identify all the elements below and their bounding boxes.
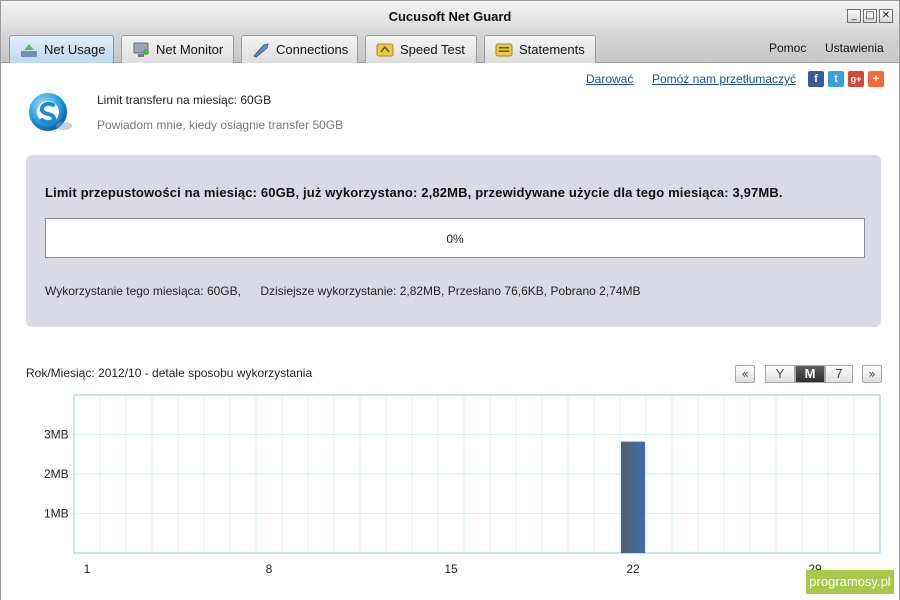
y-tick-label: 1MB	[44, 507, 69, 521]
week-view-button[interactable]: 7	[825, 365, 853, 383]
settings-menu[interactable]: Ustawienia	[825, 41, 884, 55]
monitor-icon	[133, 42, 149, 57]
tab-speed-test[interactable]: Speed Test	[365, 35, 477, 63]
x-tick-label: 8	[266, 562, 273, 576]
watermark-logo: programosy.pl	[806, 570, 894, 594]
y-tick-label: 3MB	[44, 428, 69, 442]
usage-footer: Wykorzystanie tego miesiąca: 60GB, Dzisi…	[45, 284, 641, 298]
net-usage-icon	[21, 43, 37, 57]
cucusoft-logo-icon	[29, 93, 72, 131]
title-bar: Cucusoft Net Guard _ □ ✕	[0, 0, 900, 32]
tab-net-monitor[interactable]: Net Monitor	[121, 35, 234, 63]
tab-connections[interactable]: Connections	[241, 35, 358, 63]
donate-link[interactable]: Darować	[586, 72, 633, 86]
maximize-button[interactable]: □	[863, 9, 877, 23]
usage-headline: Limit przepustowości na miesiąc: 60GB, j…	[45, 185, 783, 200]
close-button[interactable]: ✕	[879, 9, 893, 23]
tab-label: Connections	[276, 42, 349, 57]
month-usage-text: Wykorzystanie tego miesiąca: 60GB,	[45, 284, 241, 298]
x-tick-label: 1	[84, 562, 91, 576]
translate-link[interactable]: Pomóż nam przetłumaczyć	[652, 72, 796, 86]
y-tick-label: 2MB	[44, 467, 69, 481]
bar-day-22	[621, 441, 645, 553]
speed-test-icon	[376, 43, 394, 56]
x-tick-label: 15	[444, 562, 458, 576]
tab-net-usage[interactable]: Net Usage	[9, 35, 114, 63]
usage-panel: Limit przepustowości na miesiąc: 60GB, j…	[26, 155, 881, 327]
month-view-button[interactable]: M	[795, 365, 825, 383]
tab-label: Statements	[519, 42, 585, 57]
tab-label: Speed Test	[400, 42, 465, 57]
x-tick-label: 22	[626, 562, 640, 576]
connections-icon	[253, 42, 269, 58]
period-label: Rok/Miesiąc: 2012/10 - detale sposobu wy…	[26, 366, 313, 380]
transfer-limit-text: Limit transferu na miesiąc: 60GB	[97, 93, 272, 107]
previous-period-button[interactable]: «	[735, 365, 755, 383]
usage-progress-bar: 0%	[45, 218, 865, 258]
window-title: Cucusoft Net Guard	[388, 9, 512, 24]
next-period-button[interactable]: »	[862, 365, 882, 383]
tab-label: Net Monitor	[156, 42, 224, 57]
google-plus-icon[interactable]: g+	[848, 71, 864, 87]
progress-label: 0%	[446, 232, 464, 246]
tab-statements[interactable]: Statements	[484, 35, 596, 63]
minimize-button[interactable]: _	[847, 9, 861, 23]
year-view-button[interactable]: Y	[765, 365, 795, 383]
add-share-icon[interactable]: +	[868, 71, 884, 87]
help-menu[interactable]: Pomoc	[769, 41, 806, 55]
twitter-icon[interactable]: t	[828, 71, 844, 87]
tab-bar: Net Usage Net Monitor Connections Speed …	[0, 32, 900, 63]
usage-chart-svg: 1MB2MB3MB1 8 15 22 29	[44, 394, 881, 576]
notify-threshold-text: Powiadom mnie, kiedy osiągnie transfer 5…	[97, 118, 344, 132]
today-usage-text: Dzisiejsze wykorzystanie: 2,82MB, Przesł…	[260, 284, 641, 298]
statements-icon	[495, 43, 513, 56]
usage-chart: 1MB 2MB 3MB 1 8 15 22 29	[0, 390, 900, 580]
facebook-icon[interactable]: f	[808, 71, 824, 87]
tab-label: Net Usage	[44, 42, 106, 57]
